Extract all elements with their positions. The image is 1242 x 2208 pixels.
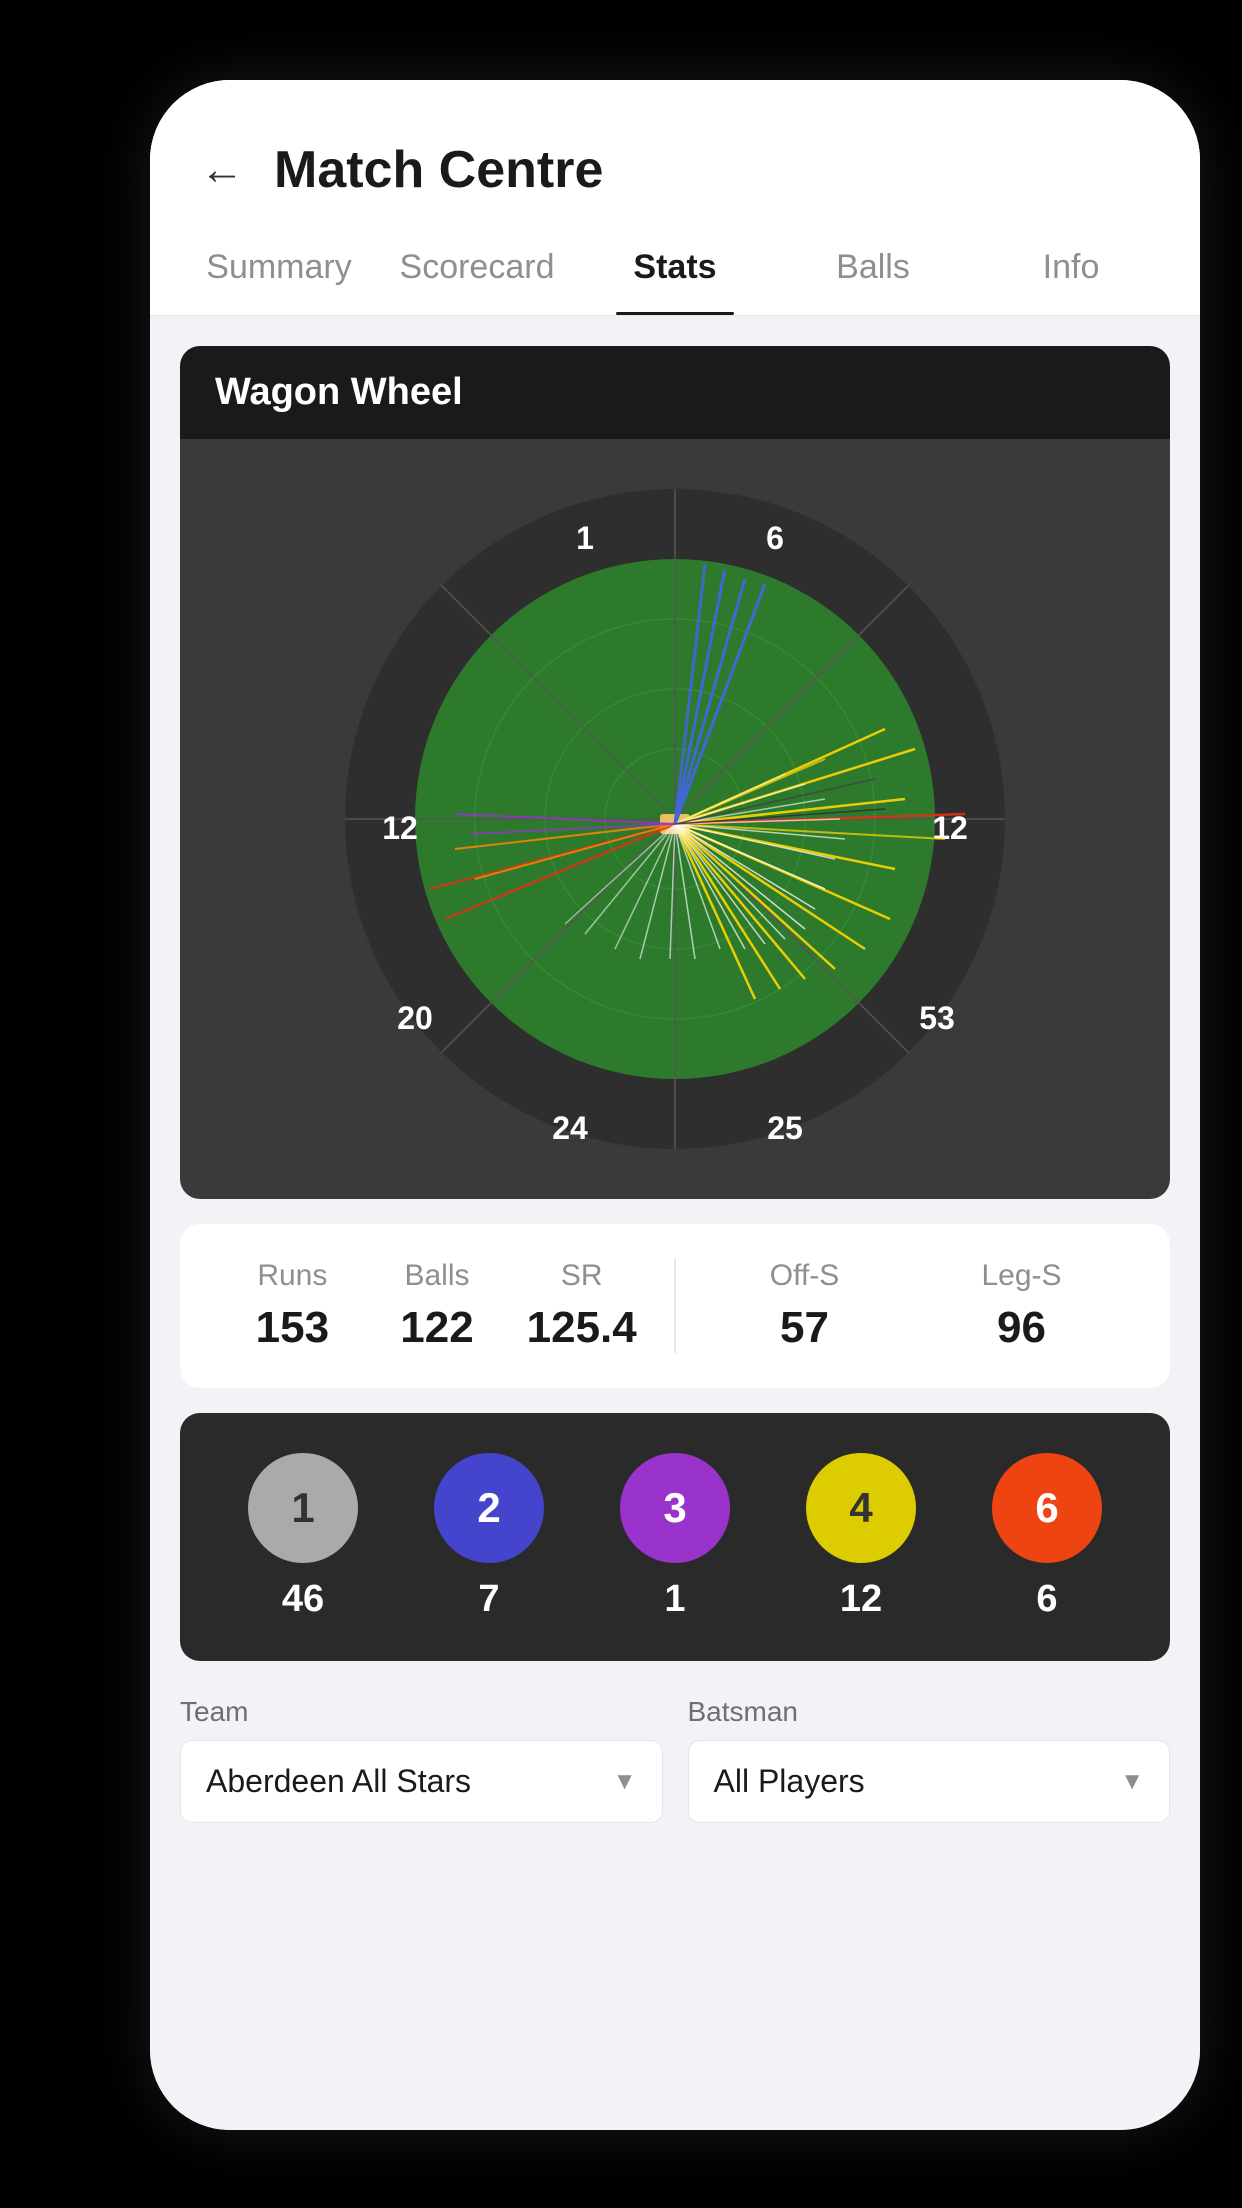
stat-balls-value: 122 [365, 1303, 510, 1353]
score-circle-count-6: 6 [1036, 1578, 1057, 1621]
score-circle-count-4: 12 [840, 1578, 882, 1621]
score-circle-item-2: 2 7 [434, 1453, 544, 1621]
score-circle-2: 2 [434, 1453, 544, 1563]
batsman-dropdown-label: Batsman [688, 1696, 1171, 1728]
stats-card: Runs 153 Balls 122 SR 125.4 [180, 1224, 1170, 1388]
stats-group-right: Off-S 57 Leg-S 96 [696, 1259, 1130, 1353]
wagon-wheel-title: Wagon Wheel [215, 371, 1135, 414]
score-circle-count-1: 46 [282, 1578, 324, 1621]
score-circle-1: 1 [248, 1453, 358, 1563]
stat-offs: Off-S 57 [696, 1259, 913, 1353]
stat-runs-label: Runs [220, 1259, 365, 1293]
svg-text:53: 53 [919, 1000, 955, 1036]
team-dropdown[interactable]: Aberdeen All Stars ▼ [180, 1740, 663, 1823]
batsman-dropdown[interactable]: All Players ▼ [688, 1740, 1171, 1823]
wagon-wheel-body: 1 6 12 12 20 53 24 25 [180, 439, 1170, 1199]
stat-sr-value: 125.4 [509, 1303, 654, 1353]
score-circle-item-4: 4 12 [806, 1453, 916, 1621]
back-button[interactable]: ← [200, 148, 244, 192]
stat-balls-label: Balls [365, 1259, 510, 1293]
score-circle-6: 6 [992, 1453, 1102, 1563]
score-circle-item-1: 1 46 [248, 1453, 358, 1621]
stat-legs: Leg-S 96 [913, 1259, 1130, 1353]
svg-text:12: 12 [382, 810, 418, 846]
score-circle-3: 3 [620, 1453, 730, 1563]
score-circle-item-3: 3 1 [620, 1453, 730, 1621]
wagon-wheel-card: Wagon Wheel [180, 346, 1170, 1199]
stat-legs-value: 96 [913, 1303, 1130, 1353]
svg-text:1: 1 [576, 520, 594, 556]
tab-stats[interactable]: Stats [576, 220, 774, 315]
wagon-wheel-svg: 1 6 12 12 20 53 24 25 [325, 469, 1025, 1169]
tabs-container: Summary Scorecard Stats Balls Info [150, 220, 1200, 316]
team-dropdown-value: Aberdeen All Stars [206, 1763, 471, 1800]
outer-container: Match Stats ← Match Centre Summary Score… [0, 0, 1242, 2208]
svg-text:24: 24 [552, 1110, 588, 1146]
stat-legs-label: Leg-S [913, 1259, 1130, 1293]
tab-info[interactable]: Info [972, 220, 1170, 315]
stats-divider [674, 1259, 676, 1353]
score-circle-item-6: 6 6 [992, 1453, 1102, 1621]
wagon-wheel-header: Wagon Wheel [180, 346, 1170, 439]
stat-sr: SR 125.4 [509, 1259, 654, 1353]
stat-offs-value: 57 [696, 1303, 913, 1353]
tab-summary[interactable]: Summary [180, 220, 378, 315]
tab-balls[interactable]: Balls [774, 220, 972, 315]
team-dropdown-group: Team Aberdeen All Stars ▼ [180, 1696, 663, 1823]
svg-text:25: 25 [767, 1110, 803, 1146]
batsman-dropdown-arrow-icon: ▼ [1120, 1768, 1144, 1796]
main-content: Wagon Wheel [150, 316, 1200, 2130]
header-title: Match Centre [274, 140, 603, 200]
svg-text:20: 20 [397, 1000, 433, 1036]
batsman-dropdown-group: Batsman All Players ▼ [688, 1696, 1171, 1823]
stat-offs-label: Off-S [696, 1259, 913, 1293]
stat-runs: Runs 153 [220, 1259, 365, 1353]
stat-sr-label: SR [509, 1259, 654, 1293]
score-circle-count-2: 7 [478, 1578, 499, 1621]
app-content: ← Match Centre Summary Scorecard Stats B… [150, 80, 1200, 2130]
team-dropdown-label: Team [180, 1696, 663, 1728]
team-dropdown-arrow-icon: ▼ [613, 1768, 637, 1796]
stat-balls: Balls 122 [365, 1259, 510, 1353]
score-circle-4: 4 [806, 1453, 916, 1563]
score-circles-card: 1 46 2 7 3 1 4 12 [180, 1413, 1170, 1661]
score-circle-count-3: 1 [664, 1578, 685, 1621]
tab-scorecard[interactable]: Scorecard [378, 220, 576, 315]
batsman-dropdown-value: All Players [714, 1763, 865, 1800]
stats-group-left: Runs 153 Balls 122 SR 125.4 [220, 1259, 654, 1353]
svg-text:6: 6 [766, 520, 784, 556]
header: ← Match Centre [150, 80, 1200, 220]
dropdowns-section: Team Aberdeen All Stars ▼ Batsman All Pl… [180, 1686, 1170, 1833]
stat-runs-value: 153 [220, 1303, 365, 1353]
phone-wrapper: ← Match Centre Summary Scorecard Stats B… [150, 80, 1200, 2130]
